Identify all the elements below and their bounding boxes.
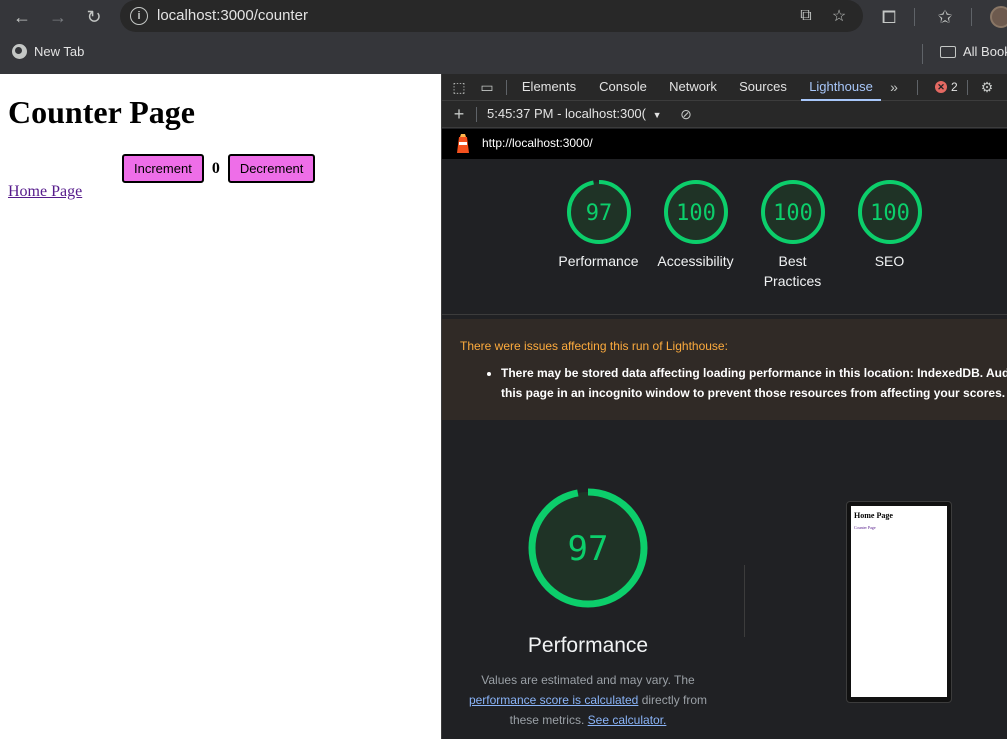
error-count-badge[interactable]: ✕ 2 xyxy=(935,80,958,94)
gauge-score: 100 xyxy=(676,201,716,226)
note-text: Values are estimated and may vary. The xyxy=(481,673,695,687)
all-bookmarks-button[interactable]: All Book xyxy=(940,44,1007,59)
warnings-title: There were issues affecting this run of … xyxy=(460,339,728,353)
bookmark-label: New Tab xyxy=(34,44,85,59)
back-icon[interactable]: ← xyxy=(9,4,35,30)
warnings-list: There may be stored data affecting loadi… xyxy=(482,363,1007,403)
tabbar-divider xyxy=(967,80,968,95)
reload-icon[interactable]: ↻ xyxy=(81,4,107,30)
open-in-window-icon[interactable]: ⧉ xyxy=(794,4,818,28)
gauge-label: Performance xyxy=(558,253,639,269)
url-text[interactable]: localhost:3000/counter xyxy=(157,7,308,24)
gauge-score: 100 xyxy=(870,201,910,226)
toolbar-divider xyxy=(971,8,972,26)
folder-icon xyxy=(940,45,956,58)
gauge-best-practices[interactable]: 100 Best Practices xyxy=(744,179,841,291)
chevron-down-icon: ▼ xyxy=(652,110,662,120)
profile-avatar[interactable] xyxy=(990,6,1007,28)
forward-icon[interactable]: → xyxy=(45,4,71,30)
clear-reports-icon[interactable]: ⊘ xyxy=(677,105,695,123)
more-tabs-icon[interactable]: » xyxy=(885,78,903,96)
counter-value: 0 xyxy=(211,159,220,177)
see-calculator-link[interactable]: See calculator. xyxy=(588,713,667,727)
globe-icon xyxy=(12,44,27,59)
gauge-score: 100 xyxy=(773,201,813,226)
tab-lighthouse[interactable]: Lighthouse xyxy=(801,74,881,101)
tabbar-divider xyxy=(917,80,918,95)
site-info-icon[interactable]: i xyxy=(130,7,148,25)
performance-gauge-large[interactable]: 97 xyxy=(528,488,648,613)
gauge-accessibility[interactable]: 100 Accessibility xyxy=(647,179,744,271)
toolbar-divider xyxy=(914,8,915,26)
devtools-panel: ⬚ ▭ Elements Console Network Sources Lig… xyxy=(441,74,1007,739)
lighthouse-logo-icon xyxy=(457,134,469,153)
error-icon: ✕ xyxy=(935,81,947,93)
page-viewport: Counter Page Increment 0 Decrement Home … xyxy=(0,74,441,739)
final-screenshot-thumbnail[interactable]: Home Page Counter Page xyxy=(846,501,952,703)
bookmark-star-icon[interactable]: ☆ xyxy=(827,4,851,28)
gauge-label: Best Practices xyxy=(763,253,822,289)
bookmarks-star-icon[interactable]: ✩ xyxy=(932,4,958,30)
tabbar-divider xyxy=(506,80,507,95)
gauge-label: SEO xyxy=(874,253,905,269)
thumbnail-page: Home Page Counter Page xyxy=(851,506,947,697)
tab-console[interactable]: Console xyxy=(593,74,653,101)
tab-network[interactable]: Network xyxy=(665,74,721,101)
browser-toolbar: ← → ↻ i localhost:3000/counter ⧉ ☆ ⧠ ✩ xyxy=(0,0,1007,34)
summary-divider xyxy=(442,314,1007,315)
run-warnings: There were issues affecting this run of … xyxy=(442,319,1007,420)
devtools-tabbar: ⬚ ▭ Elements Console Network Sources Lig… xyxy=(442,74,1007,101)
new-report-plus-icon[interactable]: + xyxy=(450,104,468,124)
performance-divider xyxy=(744,565,745,637)
gauge-score: 97 xyxy=(585,201,612,226)
thumbnail-link: Counter Page xyxy=(854,525,876,530)
counter-controls: Increment 0 Decrement xyxy=(122,154,316,183)
warning-text-line2: this page in an incognito window to prev… xyxy=(501,386,1006,400)
inspect-element-icon[interactable]: ⬚ xyxy=(450,78,468,96)
warning-item: There may be stored data affecting loadi… xyxy=(501,363,1007,403)
bookmarks-bar: New Tab All Book xyxy=(0,34,1007,74)
lighthouse-report: 97 Performance 100 Accessibility 100 Bes… xyxy=(442,159,1007,739)
performance-score: 97 xyxy=(568,529,609,569)
report-url-bar: http://localhost:3000/ xyxy=(442,129,1007,159)
report-run-select[interactable]: 5:45:37 PM - localhost:300( ▼ xyxy=(487,106,662,121)
score-calculated-link[interactable]: performance score is calculated xyxy=(469,693,638,707)
lighthouse-toolbar: + 5:45:37 PM - localhost:300( ▼ ⊘ xyxy=(442,101,1007,128)
gauge-seo[interactable]: 100 SEO xyxy=(841,179,938,271)
decrement-button[interactable]: Decrement xyxy=(227,154,316,183)
report-run-label: 5:45:37 PM - localhost:300( xyxy=(487,106,646,121)
all-bookmarks-label: All Book xyxy=(963,44,1007,59)
thumbnail-title: Home Page xyxy=(854,511,893,520)
settings-gear-icon[interactable]: ⚙ xyxy=(978,78,996,96)
bookmark-new-tab[interactable]: New Tab xyxy=(12,44,84,59)
tab-elements[interactable]: Elements xyxy=(518,74,580,101)
error-count: 2 xyxy=(951,80,958,94)
home-page-link[interactable]: Home Page xyxy=(8,183,82,201)
performance-title: Performance xyxy=(527,634,649,657)
bookmarks-divider xyxy=(922,44,923,64)
performance-note: Values are estimated and may vary. The p… xyxy=(458,670,718,730)
page-title: Counter Page xyxy=(8,94,195,130)
device-toolbar-icon[interactable]: ▭ xyxy=(478,78,496,96)
warning-text-line1: There may be stored data affecting loadi… xyxy=(501,366,1007,380)
address-bar[interactable]: i localhost:3000/counter ⧉ ☆ xyxy=(120,0,863,32)
toolbar-divider xyxy=(476,107,477,122)
increment-button[interactable]: Increment xyxy=(122,154,204,183)
extensions-icon[interactable]: ⧠ xyxy=(876,4,902,30)
gauge-label: Accessibility xyxy=(657,253,734,269)
report-url[interactable]: http://localhost:3000/ xyxy=(482,136,593,150)
gauge-performance[interactable]: 97 Performance xyxy=(550,179,647,271)
tab-sources[interactable]: Sources xyxy=(735,74,791,101)
